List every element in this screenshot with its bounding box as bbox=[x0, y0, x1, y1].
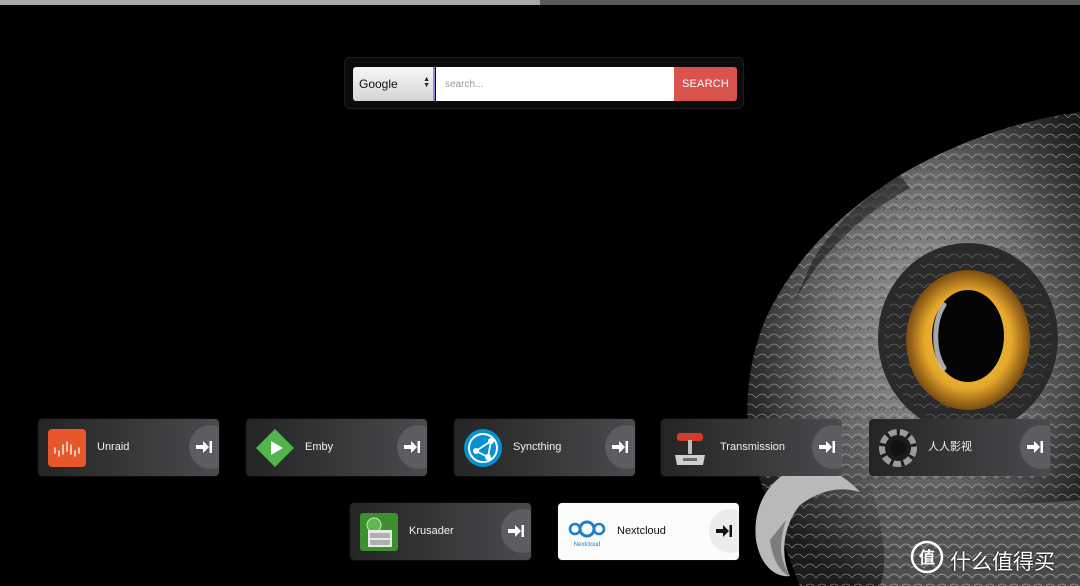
svg-text:值: 值 bbox=[919, 548, 935, 567]
app-tile-rrys[interactable]: 人人影视 bbox=[869, 419, 1050, 476]
transmission-icon bbox=[675, 433, 705, 465]
app-tile-unraid[interactable]: Unraid bbox=[38, 419, 219, 476]
launch-arrow-icon bbox=[1027, 441, 1043, 453]
launch-arrow-icon bbox=[508, 525, 524, 537]
app-tile-syncthing[interactable]: Syncthing bbox=[454, 419, 635, 476]
launch-arrow-icon bbox=[716, 525, 732, 537]
krusader-icon bbox=[360, 513, 398, 551]
zdm-logo-icon: 值 bbox=[910, 540, 944, 574]
rrys-icon bbox=[879, 429, 917, 467]
search-engine-value: Google bbox=[359, 77, 398, 91]
app-tile-label: Nextcloud bbox=[617, 525, 666, 537]
app-tile-emby[interactable]: Emby bbox=[246, 419, 427, 476]
app-tile-label: Unraid bbox=[97, 441, 130, 453]
app-tile-label: Emby bbox=[305, 441, 334, 453]
launch-button[interactable] bbox=[397, 425, 427, 469]
launch-button[interactable] bbox=[189, 425, 219, 469]
app-tile-krusader[interactable]: Krusader bbox=[350, 503, 531, 560]
nextcloud-icon-caption: Nextcloud bbox=[574, 542, 601, 548]
app-tile-label: Transmission bbox=[720, 441, 785, 453]
search-button[interactable]: SEARCH bbox=[674, 67, 737, 101]
nextcloud-icon: Nextcloud bbox=[568, 520, 606, 548]
emby-icon bbox=[256, 429, 294, 467]
app-tile-label: 人人影视 bbox=[928, 441, 972, 453]
launch-arrow-icon bbox=[612, 441, 628, 453]
launch-arrow-icon bbox=[404, 441, 420, 453]
launch-arrow-icon bbox=[819, 441, 835, 453]
search-bar: Google ▲ ▼ SEARCH bbox=[344, 57, 744, 109]
launch-button[interactable] bbox=[1020, 425, 1050, 469]
syncthing-icon bbox=[464, 429, 502, 467]
launch-button[interactable] bbox=[709, 509, 739, 553]
app-tile-nextcloud[interactable]: Nextcloud Nextcloud bbox=[558, 503, 739, 560]
app-tile-label: Syncthing bbox=[513, 441, 562, 453]
launch-button[interactable] bbox=[605, 425, 635, 469]
launch-button[interactable] bbox=[501, 509, 531, 553]
select-arrows-icon: ▲ ▼ bbox=[423, 76, 430, 89]
app-tile-transmission[interactable]: Transmission bbox=[661, 419, 842, 476]
launch-button[interactable] bbox=[812, 425, 842, 469]
watermark-text: 什么值得买 bbox=[950, 550, 1055, 574]
unraid-icon bbox=[48, 429, 86, 467]
search-engine-select[interactable]: Google ▲ ▼ bbox=[353, 67, 435, 101]
dashboard: Google ▲▼ SEARCH Unraid bbox=[0, 0, 1080, 586]
app-tile-label: Krusader bbox=[409, 525, 454, 537]
search-input[interactable] bbox=[436, 67, 674, 101]
launch-arrow-icon bbox=[196, 441, 212, 453]
